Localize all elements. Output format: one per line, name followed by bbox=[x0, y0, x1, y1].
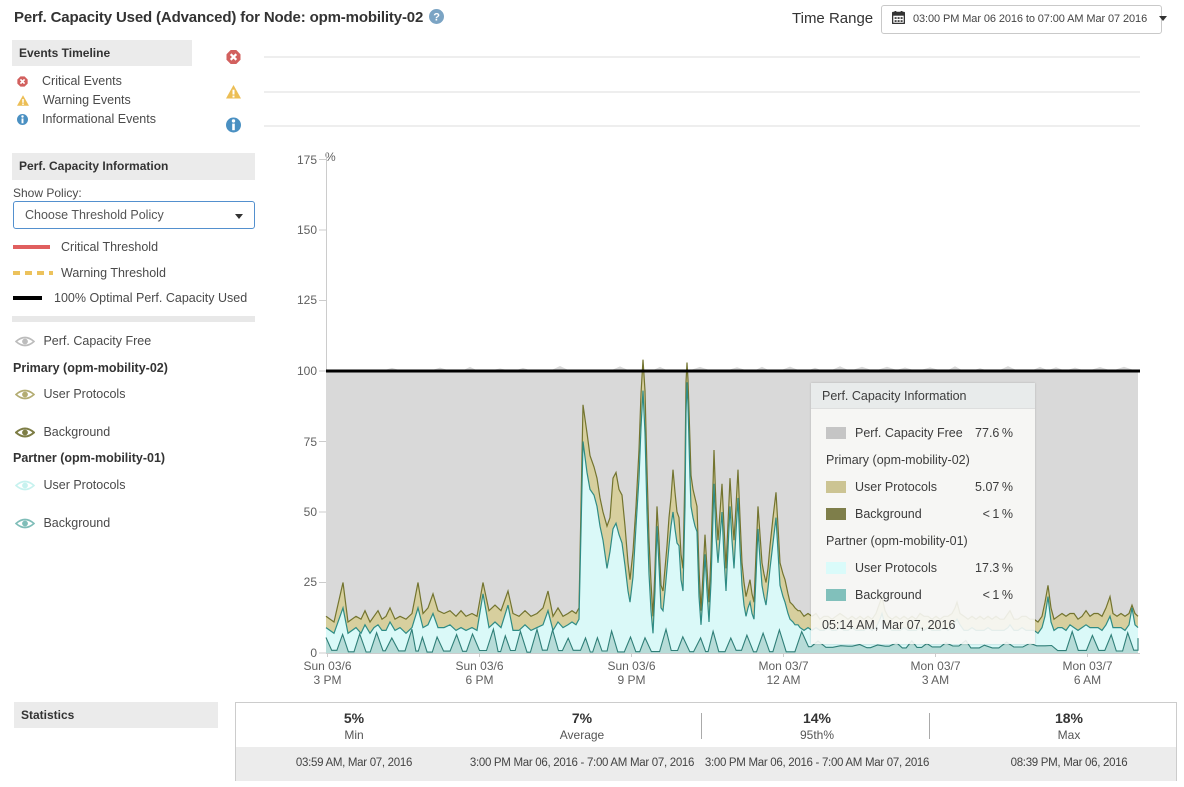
svg-text:9 PM: 9 PM bbox=[617, 673, 645, 687]
svg-text:?: ? bbox=[433, 12, 440, 24]
svg-text:Mon 03/7: Mon 03/7 bbox=[758, 659, 808, 673]
svg-text:50: 50 bbox=[304, 505, 318, 519]
svg-text:25: 25 bbox=[304, 575, 318, 589]
svg-text:Mon 03/7: Mon 03/7 bbox=[1062, 659, 1112, 673]
svg-text:6 PM: 6 PM bbox=[465, 673, 493, 687]
svg-text:12 AM: 12 AM bbox=[766, 673, 800, 687]
svg-text:Sun 03/6: Sun 03/6 bbox=[455, 659, 503, 673]
svg-text:150: 150 bbox=[297, 223, 317, 237]
svg-text:75: 75 bbox=[304, 435, 318, 449]
svg-text:100: 100 bbox=[297, 364, 317, 378]
svg-text:Sun 03/6: Sun 03/6 bbox=[303, 659, 351, 673]
svg-text:Sun 03/6: Sun 03/6 bbox=[607, 659, 655, 673]
svg-text:Mon 03/7: Mon 03/7 bbox=[910, 659, 960, 673]
svg-text:3 PM: 3 PM bbox=[313, 673, 341, 687]
svg-text:6 AM: 6 AM bbox=[1074, 673, 1101, 687]
svg-text:125: 125 bbox=[297, 293, 317, 307]
svg-text:175: 175 bbox=[297, 153, 317, 167]
svg-text:0: 0 bbox=[310, 646, 317, 660]
svg-text:3 AM: 3 AM bbox=[922, 673, 949, 687]
